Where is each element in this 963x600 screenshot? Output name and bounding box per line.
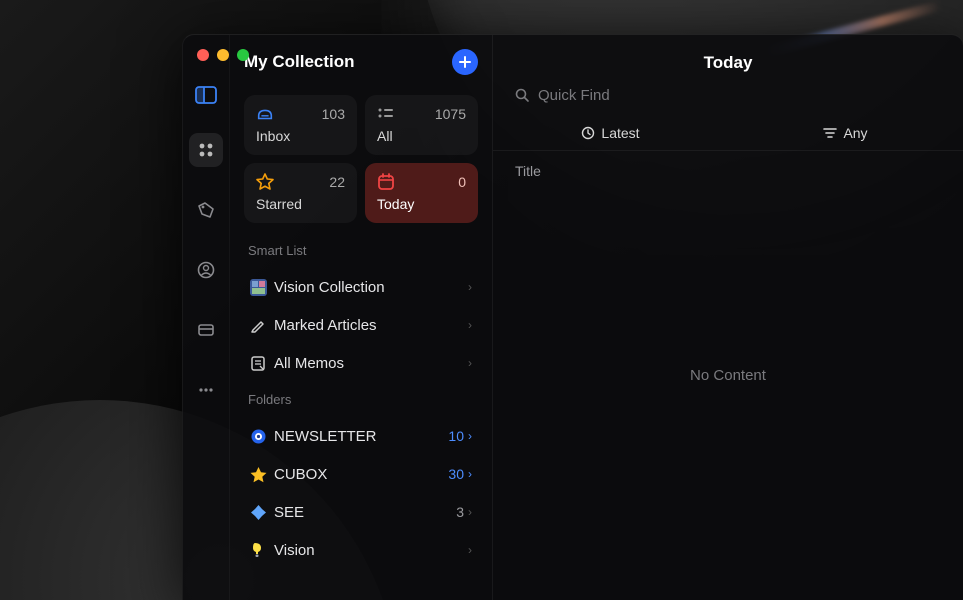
tile-label: Inbox [256,128,345,144]
folder-label: CUBOX [274,466,448,483]
clock-icon [581,126,595,140]
filter-type[interactable]: Any [728,116,963,150]
rail-more-button[interactable] [189,373,223,407]
memo-icon [250,353,274,373]
folder-label: NEWSLETTER [274,428,448,445]
add-button[interactable] [452,49,478,75]
smart-list-label: Vision Collection [274,279,468,296]
cubox-folder-icon [250,464,274,484]
window-controls [197,49,249,61]
sidebar-icon [195,86,217,104]
tile-label: Today [377,196,466,212]
folder-count: 3 [456,504,464,520]
rail-profile-button[interactable] [189,253,223,287]
panel-title: My Collection [244,52,355,72]
folder-count: 30 [448,466,464,482]
vision-collection-icon [250,277,274,297]
newsletter-folder-icon [250,426,274,446]
sidebar: My Collection 103 Inbox 1075 [183,35,493,600]
rail-tags-button[interactable] [189,193,223,227]
sidebar-toggle-button[interactable] [191,83,221,107]
filter-type-label: Any [843,125,867,141]
tile-count: 0 [458,174,466,190]
close-button[interactable] [197,49,209,61]
folder-label: Vision [274,542,464,559]
folder-count: 10 [448,428,464,444]
smart-list-label: Marked Articles [274,317,468,334]
smart-list-label: All Memos [274,355,468,372]
rail-collection-button[interactable] [189,133,223,167]
search-icon [515,88,530,103]
more-icon [197,381,215,399]
see-folder-icon [250,502,274,522]
smart-list-item[interactable]: Vision Collection › [244,268,478,306]
highlighter-icon [250,315,274,335]
tile-starred[interactable]: 22 Starred [244,163,357,223]
chevron-right-icon: › [468,505,472,519]
folder-label: SEE [274,504,456,521]
tag-icon [197,201,215,219]
grid-icon [197,141,215,159]
inbox-icon [256,105,274,123]
chevron-right-icon: › [468,429,472,443]
tile-count: 22 [329,174,345,190]
tile-today[interactable]: 0 Today [365,163,478,223]
vision-folder-icon [250,540,274,560]
star-icon [256,173,274,191]
filter-sort-label: Latest [601,125,639,141]
sidebar-panel: My Collection 103 Inbox 1075 [230,35,492,600]
tile-count: 1075 [435,106,466,122]
chevron-right-icon: › [468,543,472,557]
chevron-right-icon: › [468,280,472,294]
folder-item[interactable]: Vision › [244,531,478,569]
tile-all[interactable]: 1075 All [365,95,478,155]
main-content: Today Latest Any Title No Content [493,35,963,600]
column-title: Title [493,151,963,191]
folder-item[interactable]: CUBOX 30 › [244,455,478,493]
chevron-right-icon: › [468,318,472,332]
empty-state: No Content [493,191,963,600]
tile-label: Starred [256,196,345,212]
folder-item[interactable]: NEWSLETTER 10 › [244,417,478,455]
filter-bar: Latest Any [493,116,963,151]
sidebar-rail [183,35,230,600]
collection-tiles: 103 Inbox 1075 All 22 Starred [244,95,478,223]
chevron-right-icon: › [468,467,472,481]
folder-item[interactable]: SEE 3 › [244,493,478,531]
tile-label: All [377,128,466,144]
main-title: Today [493,35,963,87]
folders-section-label: Folders [248,392,474,407]
smart-list-item[interactable]: Marked Articles › [244,306,478,344]
person-icon [197,261,215,279]
smart-list-section-label: Smart List [248,243,474,258]
maximize-button[interactable] [237,49,249,61]
search-input[interactable] [538,87,941,104]
list-icon [377,105,395,123]
filter-sort[interactable]: Latest [493,116,728,150]
smart-list-item[interactable]: All Memos › [244,344,478,382]
rail-archive-button[interactable] [189,313,223,347]
tile-count: 103 [322,106,345,122]
minimize-button[interactable] [217,49,229,61]
card-icon [197,321,215,339]
search-bar[interactable] [493,87,963,104]
app-window: My Collection 103 Inbox 1075 [182,34,963,600]
plus-icon [458,55,472,69]
filter-icon [823,127,837,139]
chevron-right-icon: › [468,356,472,370]
tile-inbox[interactable]: 103 Inbox [244,95,357,155]
calendar-icon [377,173,395,191]
